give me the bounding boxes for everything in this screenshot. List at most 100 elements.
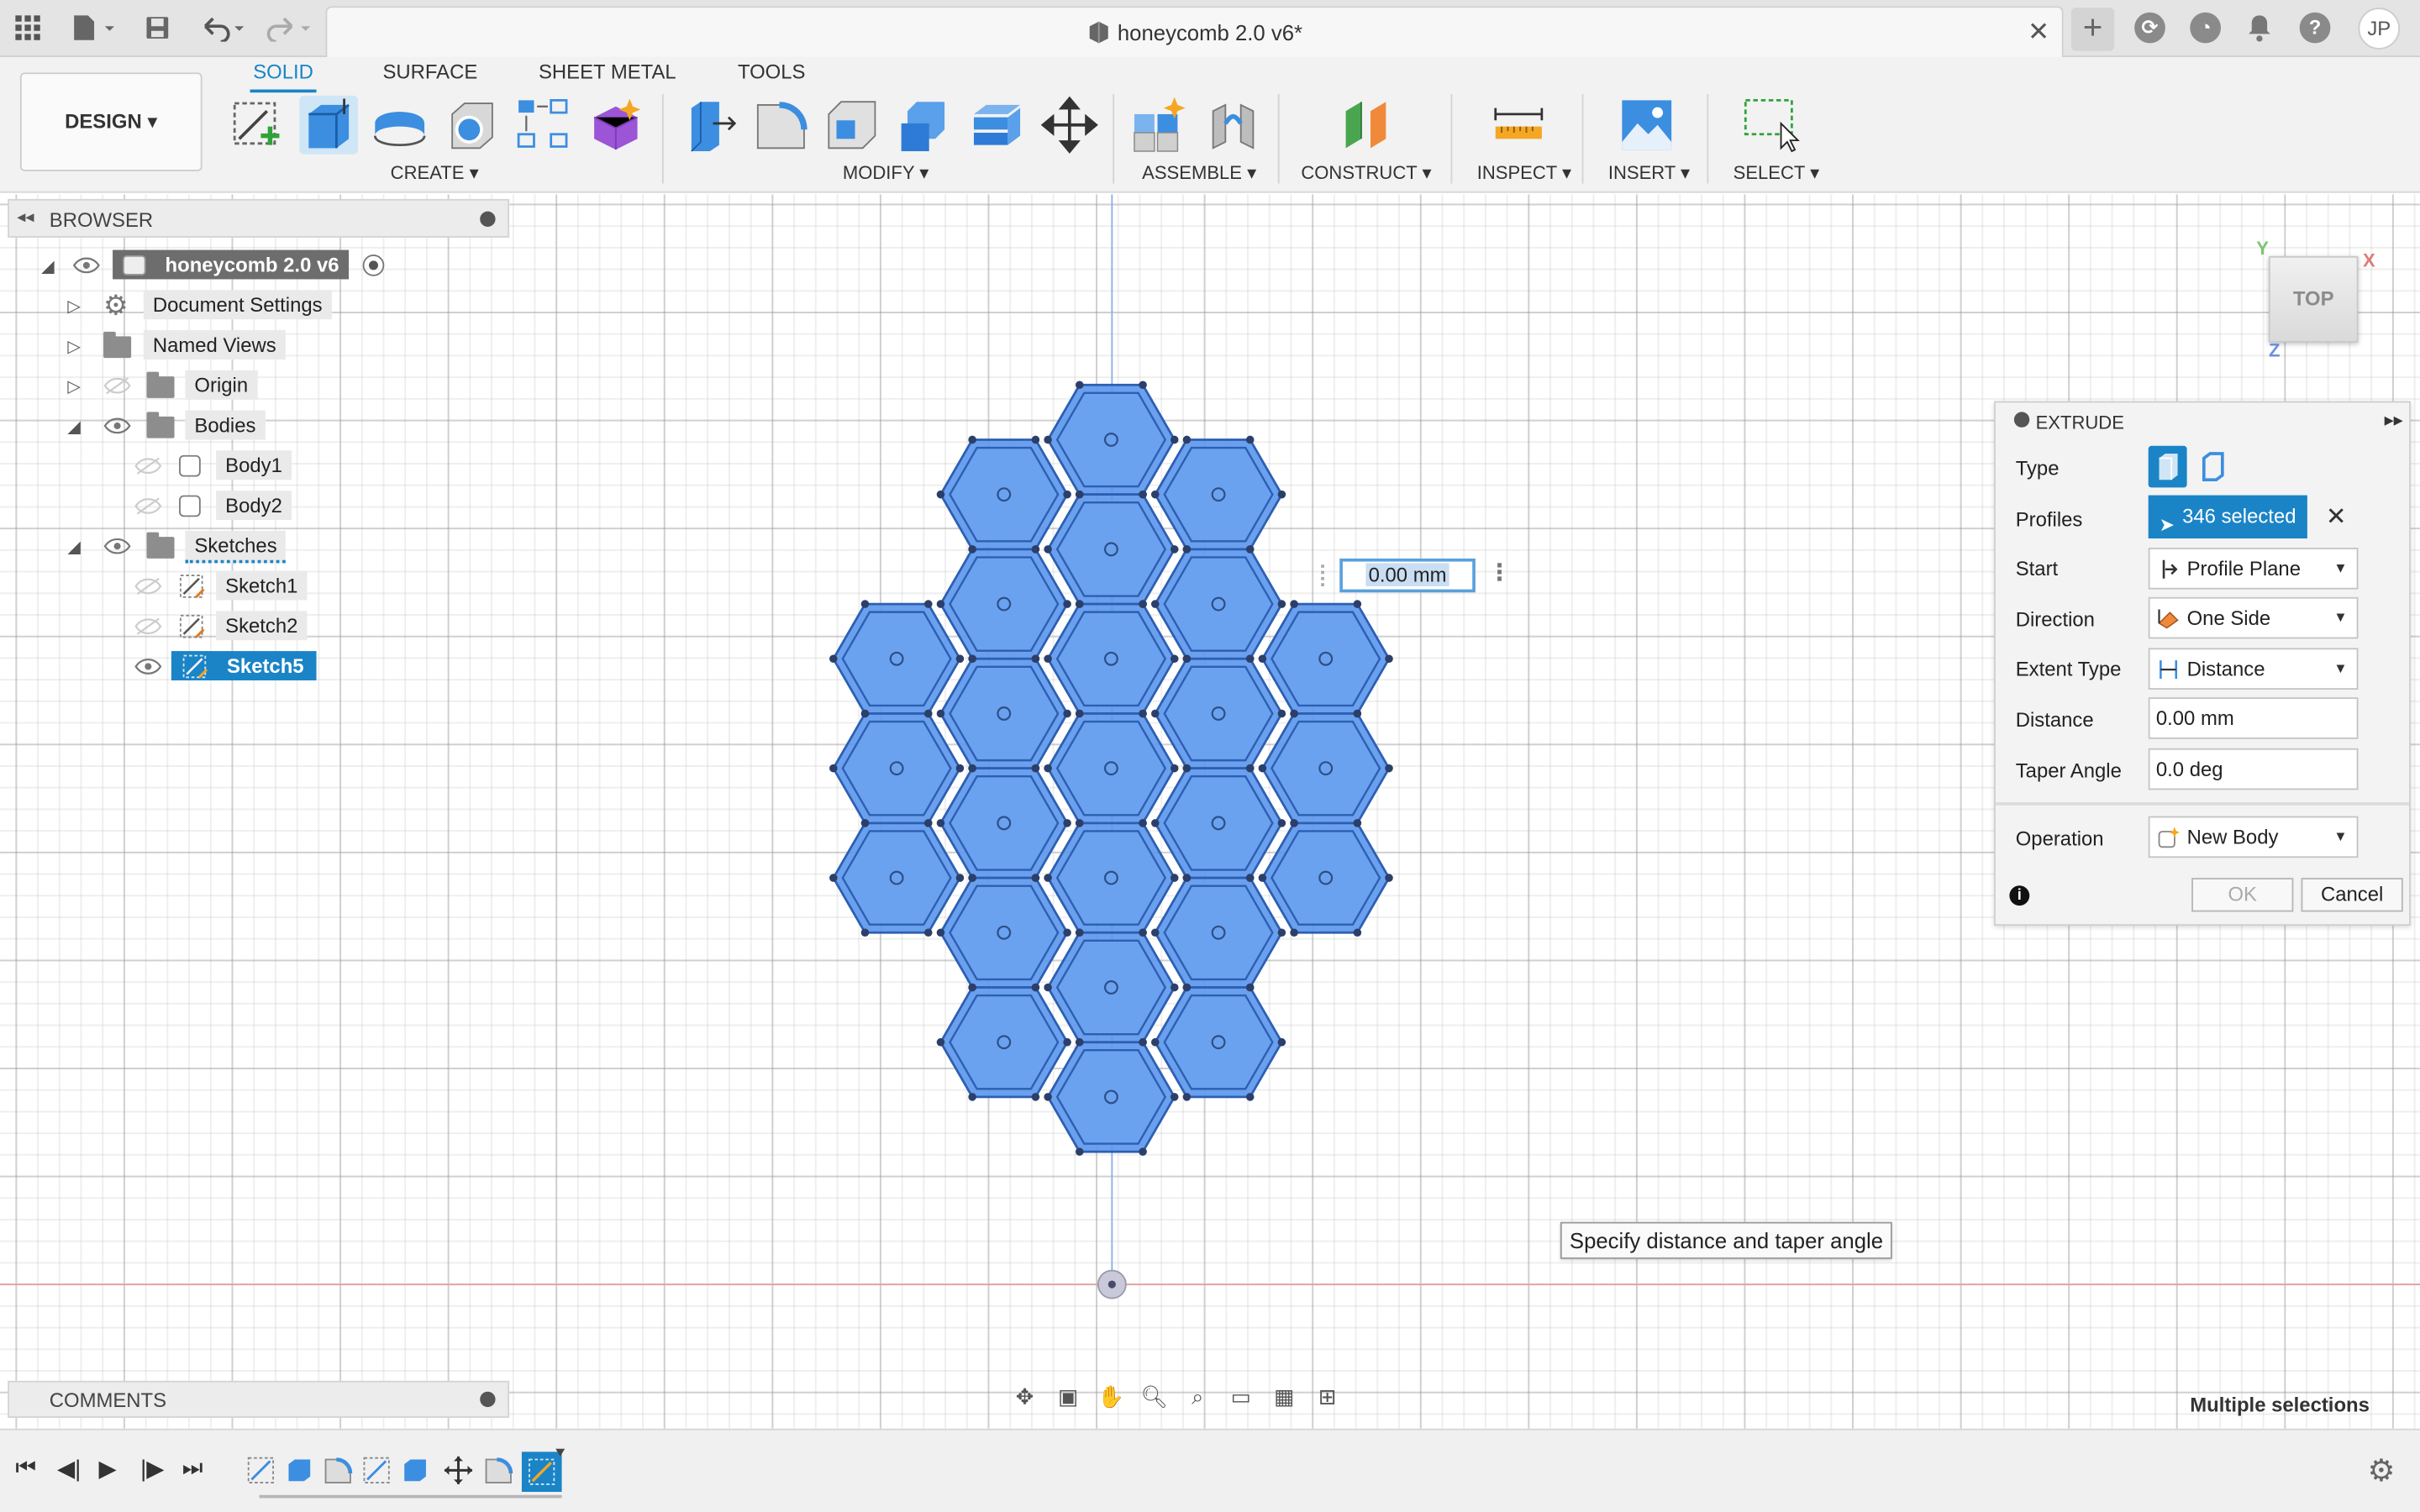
go-to-start-icon[interactable]: ⏮: [15, 1455, 36, 1481]
orbit-icon[interactable]: ✥: [1007, 1379, 1044, 1413]
browser-item-body1[interactable]: Body1: [8, 448, 409, 485]
timeline-extrude-icon[interactable]: [282, 1453, 316, 1487]
direction-dropdown[interactable]: One Side ▼: [2148, 596, 2359, 639]
browser-item-body2[interactable]: Body2: [8, 487, 409, 524]
redo-icon[interactable]: [262, 11, 314, 45]
hidden-eye-icon[interactable]: [134, 496, 162, 515]
collapse-triangle-icon[interactable]: ◢: [39, 255, 57, 276]
help-icon[interactable]: ?: [2299, 12, 2331, 44]
collapse-triangle-icon[interactable]: ◢: [65, 536, 83, 556]
save-icon[interactable]: [140, 11, 174, 45]
comments-panel[interactable]: COMMENTS: [8, 1380, 510, 1418]
user-avatar[interactable]: JP: [2358, 8, 2401, 50]
timeline-sketch-icon[interactable]: [360, 1453, 393, 1487]
visibility-eye-icon[interactable]: [72, 256, 100, 275]
combine-icon[interactable]: [895, 96, 954, 155]
step-forward-icon[interactable]: |▶: [140, 1455, 164, 1483]
timeline-fillet-icon[interactable]: [481, 1453, 515, 1487]
chamfer-shell-icon[interactable]: [823, 96, 881, 155]
expand-triangle-icon[interactable]: ▷: [65, 375, 83, 396]
new-tab-button[interactable]: +: [2070, 8, 2115, 51]
browser-item-named-views[interactable]: ▷ Named Views: [8, 327, 409, 364]
cancel-button[interactable]: Cancel: [2301, 878, 2403, 912]
inspect-group-label[interactable]: INSPECT ▾: [1477, 162, 1571, 184]
look-at-icon[interactable]: ▣: [1050, 1379, 1086, 1413]
hidden-eye-icon[interactable]: [134, 577, 162, 596]
browser-item-label-selected[interactable]: Sketch5: [171, 651, 317, 680]
display-settings-icon[interactable]: ▭: [1223, 1379, 1260, 1413]
timeline-sketch-icon[interactable]: [244, 1453, 277, 1487]
browser-item-origin[interactable]: ▷ Origin: [8, 367, 409, 404]
step-back-icon[interactable]: ◀|: [57, 1455, 81, 1483]
offset-plane-icon[interactable]: [1337, 96, 1396, 155]
operation-dropdown[interactable]: New Body ▼: [2148, 816, 2359, 858]
viewports-icon[interactable]: ⊞: [1309, 1379, 1346, 1413]
browser-item-sketch1[interactable]: Sketch1: [8, 568, 409, 605]
joint-icon[interactable]: [1204, 96, 1263, 155]
timeline-fillet-icon[interactable]: [321, 1453, 355, 1487]
browser-root-row[interactable]: ◢ honeycomb 2.0 v6: [8, 247, 409, 284]
collapse-triangle-icon[interactable]: ◢: [65, 416, 83, 436]
rectangular-pattern-icon[interactable]: [514, 96, 573, 155]
timeline-extrude-icon[interactable]: [398, 1453, 432, 1487]
select-window-icon[interactable]: [1741, 96, 1800, 155]
browser-root-name[interactable]: honeycomb 2.0 v6: [113, 249, 349, 280]
hidden-eye-icon[interactable]: [134, 457, 162, 475]
assemble-group-label[interactable]: ASSEMBLE ▾: [1142, 162, 1256, 184]
visibility-eye-icon[interactable]: [103, 417, 131, 435]
visibility-eye-icon[interactable]: [134, 657, 162, 675]
active-radio-icon[interactable]: [362, 255, 385, 276]
browser-item-bodies[interactable]: ◢ Bodies: [8, 407, 409, 444]
distance-dimension-input[interactable]: 0.00 mm: [1339, 558, 1476, 593]
document-tab[interactable]: honeycomb 2.0 v6* ✕: [325, 6, 2064, 57]
modify-group-label[interactable]: MODIFY ▾: [843, 162, 929, 184]
file-menu-icon[interactable]: [68, 11, 120, 45]
profiles-selection[interactable]: ➤ 346 selected: [2148, 495, 2307, 539]
grid-settings-icon[interactable]: ▦: [1265, 1379, 1302, 1413]
offset-face-icon[interactable]: [968, 96, 1027, 155]
close-tab-icon[interactable]: ✕: [2028, 17, 2049, 48]
revolve-icon[interactable]: [371, 96, 429, 155]
measure-icon[interactable]: [1489, 96, 1548, 155]
visibility-eye-icon[interactable]: [103, 537, 131, 555]
notifications-bell-icon[interactable]: [2243, 11, 2276, 45]
extent-type-dropdown[interactable]: Distance ▼: [2148, 648, 2359, 690]
play-icon[interactable]: ▶: [99, 1455, 117, 1483]
create-form-icon[interactable]: [587, 96, 645, 155]
insert-group-label[interactable]: INSERT ▾: [1608, 162, 1690, 184]
dimension-grip-handle[interactable]: [1321, 564, 1330, 586]
expand-triangle-icon[interactable]: ▷: [65, 335, 83, 355]
create-group-label[interactable]: CREATE ▾: [391, 162, 479, 184]
browser-item-sketches[interactable]: ◢ Sketches: [8, 528, 409, 564]
clear-selection-icon[interactable]: ✕: [2326, 501, 2347, 533]
job-status-icon[interactable]: ◔: [2190, 12, 2222, 44]
info-icon[interactable]: i: [2009, 885, 2030, 906]
hidden-eye-icon[interactable]: [103, 376, 131, 395]
create-sketch-icon[interactable]: [227, 96, 286, 155]
honeycomb-sketch-profiles[interactable]: [802, 315, 1420, 1241]
browser-item-sketch5[interactable]: Sketch5: [8, 648, 409, 685]
construct-group-label[interactable]: CONSTRUCT ▾: [1301, 162, 1431, 184]
zoom-window-icon[interactable]: ⌕: [1179, 1379, 1216, 1413]
extrude-icon[interactable]: [299, 95, 359, 155]
workspace-switcher[interactable]: DESIGN ▾: [19, 72, 203, 171]
app-grid-icon[interactable]: [11, 11, 45, 45]
fillet-icon[interactable]: [751, 96, 810, 155]
browser-item-sketch2[interactable]: Sketch2: [8, 608, 409, 645]
hole-icon[interactable]: [443, 96, 502, 155]
go-to-end-icon[interactable]: ⏭: [182, 1455, 203, 1481]
tab-sheet-metal[interactable]: SHEET METAL: [535, 60, 679, 90]
zoom-icon[interactable]: 🔍︎: [1136, 1379, 1173, 1413]
select-group-label[interactable]: SELECT ▾: [1733, 162, 1820, 184]
pan-hand-icon[interactable]: ✋: [1092, 1379, 1129, 1413]
distance-field[interactable]: 0.00 mm: [2148, 697, 2359, 739]
press-pull-icon[interactable]: [679, 96, 738, 155]
timeline-active-sketch-icon[interactable]: [521, 1448, 566, 1493]
taper-angle-field[interactable]: 0.0 deg: [2148, 748, 2359, 790]
new-component-icon[interactable]: [1128, 96, 1187, 155]
collapse-panel-icon[interactable]: ◂◂: [17, 207, 34, 227]
tab-surface[interactable]: SURFACE: [380, 60, 481, 90]
type-solid-button[interactable]: [2148, 445, 2187, 488]
tab-solid[interactable]: SOLID: [250, 60, 317, 93]
timeline-settings-gear-icon[interactable]: ⚙: [2367, 1452, 2395, 1490]
